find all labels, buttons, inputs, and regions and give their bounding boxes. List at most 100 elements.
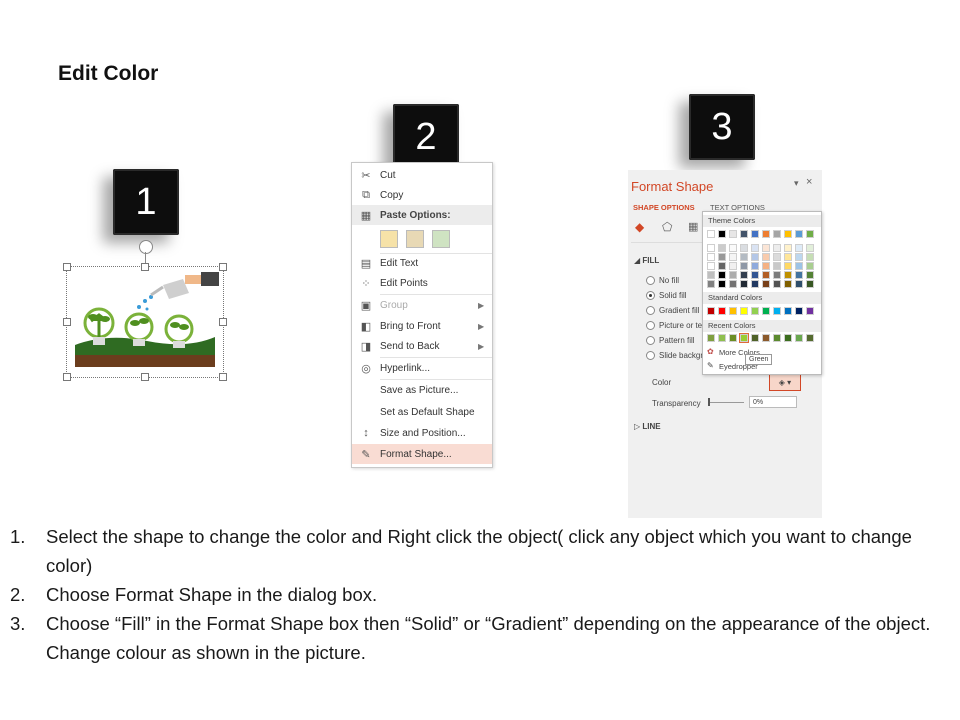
resize-handle[interactable] [63, 263, 71, 271]
standard-color-swatch[interactable] [751, 307, 759, 315]
theme-color-swatch[interactable] [806, 271, 814, 279]
transparency-input[interactable]: 0% [749, 396, 797, 408]
theme-color-swatch[interactable] [806, 253, 814, 261]
theme-color-swatch[interactable] [740, 262, 748, 270]
theme-color-swatch[interactable] [707, 244, 715, 252]
transparency-slider-thumb[interactable] [708, 398, 710, 406]
theme-color-swatch[interactable] [707, 253, 715, 261]
theme-color-swatch[interactable] [773, 253, 781, 261]
resize-handle[interactable] [63, 373, 71, 381]
theme-color-swatch[interactable] [784, 280, 792, 288]
theme-color-swatch[interactable] [762, 253, 770, 261]
standard-color-swatch[interactable] [773, 307, 781, 315]
menu-item-format-shape[interactable]: ✎ Format Shape... [352, 444, 492, 464]
transparency-slider[interactable] [708, 402, 744, 403]
theme-color-swatch[interactable] [718, 253, 726, 261]
resize-handle[interactable] [219, 263, 227, 271]
theme-color-swatch[interactable] [795, 253, 803, 261]
theme-color-swatch[interactable] [795, 230, 803, 238]
theme-color-swatch[interactable] [806, 262, 814, 270]
standard-color-swatch[interactable] [784, 307, 792, 315]
theme-color-swatch[interactable] [740, 271, 748, 279]
theme-color-swatch[interactable] [762, 230, 770, 238]
radio-button[interactable] [646, 351, 655, 361]
paste-keep-format-icon[interactable] [380, 230, 398, 248]
theme-color-swatch[interactable] [773, 262, 781, 270]
theme-color-swatch[interactable] [773, 244, 781, 252]
theme-color-swatch[interactable] [751, 230, 759, 238]
recent-color-swatch[interactable] [795, 334, 803, 342]
theme-color-swatch[interactable] [762, 271, 770, 279]
recent-color-swatch[interactable] [806, 334, 814, 342]
theme-color-swatch[interactable] [751, 262, 759, 270]
theme-color-swatch[interactable] [740, 244, 748, 252]
menu-item-hyperlink[interactable]: ◎ Hyperlink... [352, 358, 492, 378]
menu-item-cut[interactable]: ✂ Cut [352, 165, 492, 185]
theme-color-swatch[interactable] [751, 280, 759, 288]
theme-color-swatch[interactable] [773, 280, 781, 288]
size-properties-icon[interactable]: ▦ [688, 220, 702, 234]
fill-option-no-fill[interactable]: No fill [646, 276, 679, 286]
theme-color-swatch[interactable] [795, 271, 803, 279]
theme-color-swatch[interactable] [707, 280, 715, 288]
theme-color-swatch[interactable] [729, 230, 737, 238]
menu-item-copy[interactable]: ⧉ Copy [352, 185, 492, 205]
fill-option-slide-background[interactable]: Slide backgr [646, 351, 703, 361]
theme-color-swatch[interactable] [707, 230, 715, 238]
radio-button[interactable] [646, 336, 655, 346]
standard-color-swatch[interactable] [740, 307, 748, 315]
resize-handle[interactable] [141, 263, 149, 271]
pane-options-chevron-icon[interactable]: ▾ [794, 178, 799, 189]
resize-handle[interactable] [63, 318, 71, 326]
theme-color-swatch[interactable] [740, 253, 748, 261]
theme-color-swatch[interactable] [751, 253, 759, 261]
theme-color-swatch[interactable] [806, 230, 814, 238]
theme-color-swatch[interactable] [729, 262, 737, 270]
standard-color-swatch[interactable] [729, 307, 737, 315]
theme-color-swatch[interactable] [707, 262, 715, 270]
menu-item-edit-points[interactable]: ⁘ Edit Points [352, 273, 492, 293]
resize-handle[interactable] [141, 373, 149, 381]
theme-color-swatch[interactable] [718, 244, 726, 252]
theme-color-swatch[interactable] [740, 230, 748, 238]
theme-color-swatch[interactable] [762, 280, 770, 288]
recent-color-swatch[interactable] [773, 334, 781, 342]
theme-color-swatch[interactable] [751, 244, 759, 252]
standard-color-swatch[interactable] [795, 307, 803, 315]
standard-color-swatch[interactable] [806, 307, 814, 315]
theme-color-swatch[interactable] [729, 244, 737, 252]
theme-color-swatch[interactable] [762, 262, 770, 270]
recent-color-swatch[interactable] [707, 334, 715, 342]
tab-shape-options[interactable]: SHAPE OPTIONS [633, 203, 695, 212]
menu-item-send-to-back[interactable]: ◨ Send to Back ▶ [352, 336, 492, 356]
fill-option-pattern-fill[interactable]: Pattern fill [646, 336, 695, 346]
theme-color-swatch[interactable] [718, 271, 726, 279]
theme-color-swatch[interactable] [806, 280, 814, 288]
theme-color-swatch[interactable] [784, 271, 792, 279]
recent-color-swatch[interactable] [762, 334, 770, 342]
recent-color-swatch[interactable] [784, 334, 792, 342]
close-icon[interactable]: × [806, 176, 812, 188]
paste-merge-format-icon[interactable] [406, 230, 424, 248]
theme-color-swatch[interactable] [740, 280, 748, 288]
recent-color-swatch[interactable] [751, 334, 759, 342]
standard-color-swatch[interactable] [718, 307, 726, 315]
theme-color-swatch[interactable] [707, 271, 715, 279]
standard-color-swatch[interactable] [762, 307, 770, 315]
theme-color-swatch[interactable] [751, 271, 759, 279]
rotate-handle-icon[interactable] [139, 240, 153, 254]
theme-color-swatch[interactable] [795, 280, 803, 288]
fill-option-gradient-fill[interactable]: Gradient fill [646, 306, 699, 316]
fill-option-picture[interactable]: Picture or te [646, 321, 702, 331]
section-fill[interactable]: ◢ FILL [634, 256, 659, 265]
menu-item-edit-text[interactable]: ▤ Edit Text [352, 253, 492, 273]
theme-color-swatch[interactable] [773, 230, 781, 238]
theme-color-swatch[interactable] [762, 244, 770, 252]
section-line[interactable]: ▷ LINE [634, 422, 661, 431]
fill-line-icon[interactable]: ◆ [635, 220, 649, 234]
theme-color-swatch[interactable] [795, 244, 803, 252]
theme-color-swatch[interactable] [806, 244, 814, 252]
theme-color-swatch[interactable] [784, 244, 792, 252]
radio-button[interactable] [646, 306, 655, 316]
resize-handle[interactable] [219, 373, 227, 381]
